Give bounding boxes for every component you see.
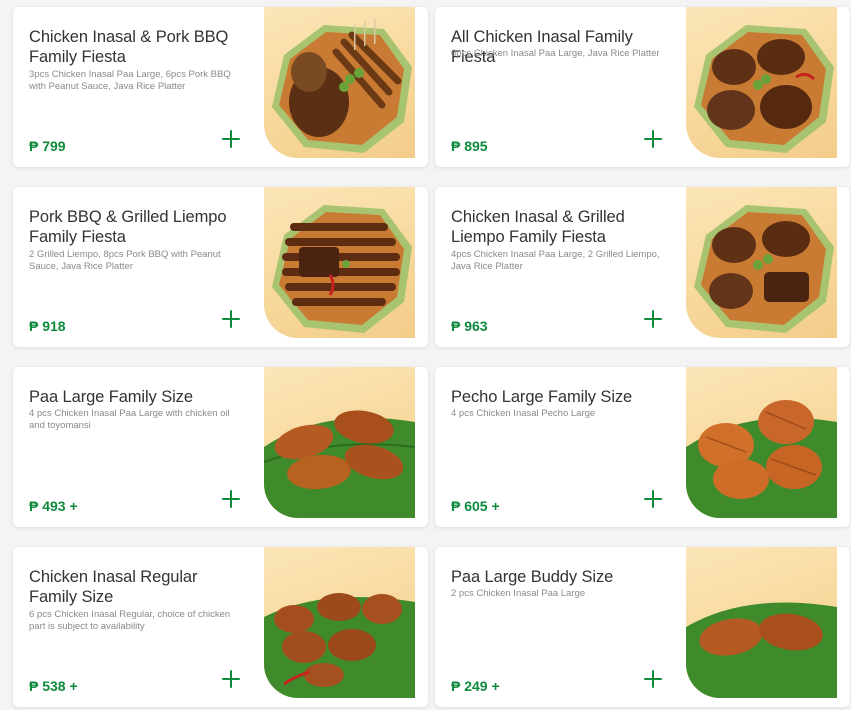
- item-price: ₱ 605 +: [451, 498, 500, 514]
- item-title: Chicken Inasal & Pork BBQ Family Fiesta: [29, 28, 229, 66]
- add-to-cart-button[interactable]: [220, 128, 242, 150]
- item-description: 2 Grilled Liempo, 8pcs Pork BBQ with Pea…: [29, 249, 221, 272]
- item-image: [686, 187, 837, 338]
- menu-item-card[interactable]: Paa Large Buddy Size 2 pcs Chicken Inasa…: [435, 547, 850, 707]
- item-image: [264, 367, 415, 518]
- item-image: [264, 7, 415, 158]
- menu-item-card[interactable]: Paa Large Family Size 4 pcs Chicken Inas…: [13, 367, 428, 527]
- add-to-cart-button[interactable]: [642, 128, 664, 150]
- menu-item-card[interactable]: Pork BBQ & Grilled Liempo Family Fiesta …: [13, 187, 428, 347]
- add-to-cart-button[interactable]: [220, 308, 242, 330]
- item-image: [264, 187, 415, 338]
- item-price: ₱ 963: [451, 318, 488, 334]
- menu-item-card[interactable]: Chicken Inasal Regular Family Size 6 pcs…: [13, 547, 428, 707]
- item-price: ₱ 895: [451, 138, 488, 154]
- item-title: All Chicken Inasal Family Fiesta: [451, 28, 633, 66]
- menu-item-card[interactable]: Chicken Inasal & Grilled Liempo Family F…: [435, 187, 850, 347]
- item-image: [686, 367, 837, 518]
- item-title: Paa Large Buddy Size: [451, 568, 614, 586]
- item-image: [686, 547, 837, 698]
- item-price: ₱ 493 +: [29, 498, 78, 514]
- item-image: [686, 7, 837, 158]
- item-title: Paa Large Family Size: [29, 388, 193, 406]
- menu-grid: Chicken Inasal & Pork BBQ Family Fiesta …: [0, 0, 851, 710]
- item-title: Pecho Large Family Size: [451, 388, 633, 406]
- item-title: Chicken Inasal & Grilled Liempo Family F…: [451, 208, 625, 246]
- menu-item-card[interactable]: Chicken Inasal & Pork BBQ Family Fiesta …: [13, 7, 428, 167]
- add-to-cart-button[interactable]: [220, 668, 242, 690]
- item-description: 4 pcs Chicken Inasal Paa Large with chic…: [29, 408, 230, 431]
- item-description: 2 pcs Chicken Inasal Paa Large: [451, 588, 586, 599]
- add-to-cart-button[interactable]: [642, 668, 664, 690]
- item-price: ₱ 918: [29, 318, 66, 334]
- item-description: 6 pcs Chicken Inasal Regular, choice of …: [29, 609, 231, 632]
- item-description: 4 pcs Chicken Inasal Pecho Large: [451, 408, 596, 419]
- item-price: ₱ 249 +: [451, 678, 500, 694]
- item-title: Chicken Inasal Regular Family Size: [29, 568, 198, 606]
- menu-item-card[interactable]: All Chicken Inasal Family Fiesta 6pcs Ch…: [435, 7, 850, 167]
- item-description: 3pcs Chicken Inasal Paa Large, 6pcs Pork…: [29, 69, 231, 92]
- item-price: ₱ 538 +: [29, 678, 78, 694]
- item-description: 4pcs Chicken Inasal Paa Large, 2 Grilled…: [451, 249, 660, 272]
- item-title: Pork BBQ & Grilled Liempo Family Fiesta: [29, 208, 227, 246]
- add-to-cart-button[interactable]: [642, 308, 664, 330]
- menu-item-card[interactable]: Pecho Large Family Size 4 pcs Chicken In…: [435, 367, 850, 527]
- add-to-cart-button[interactable]: [642, 488, 664, 510]
- item-price: ₱ 799: [29, 138, 66, 154]
- item-image: [264, 547, 415, 698]
- item-description: 6pcs Chicken Inasal Paa Large, Java Rice…: [451, 48, 660, 59]
- add-to-cart-button[interactable]: [220, 488, 242, 510]
